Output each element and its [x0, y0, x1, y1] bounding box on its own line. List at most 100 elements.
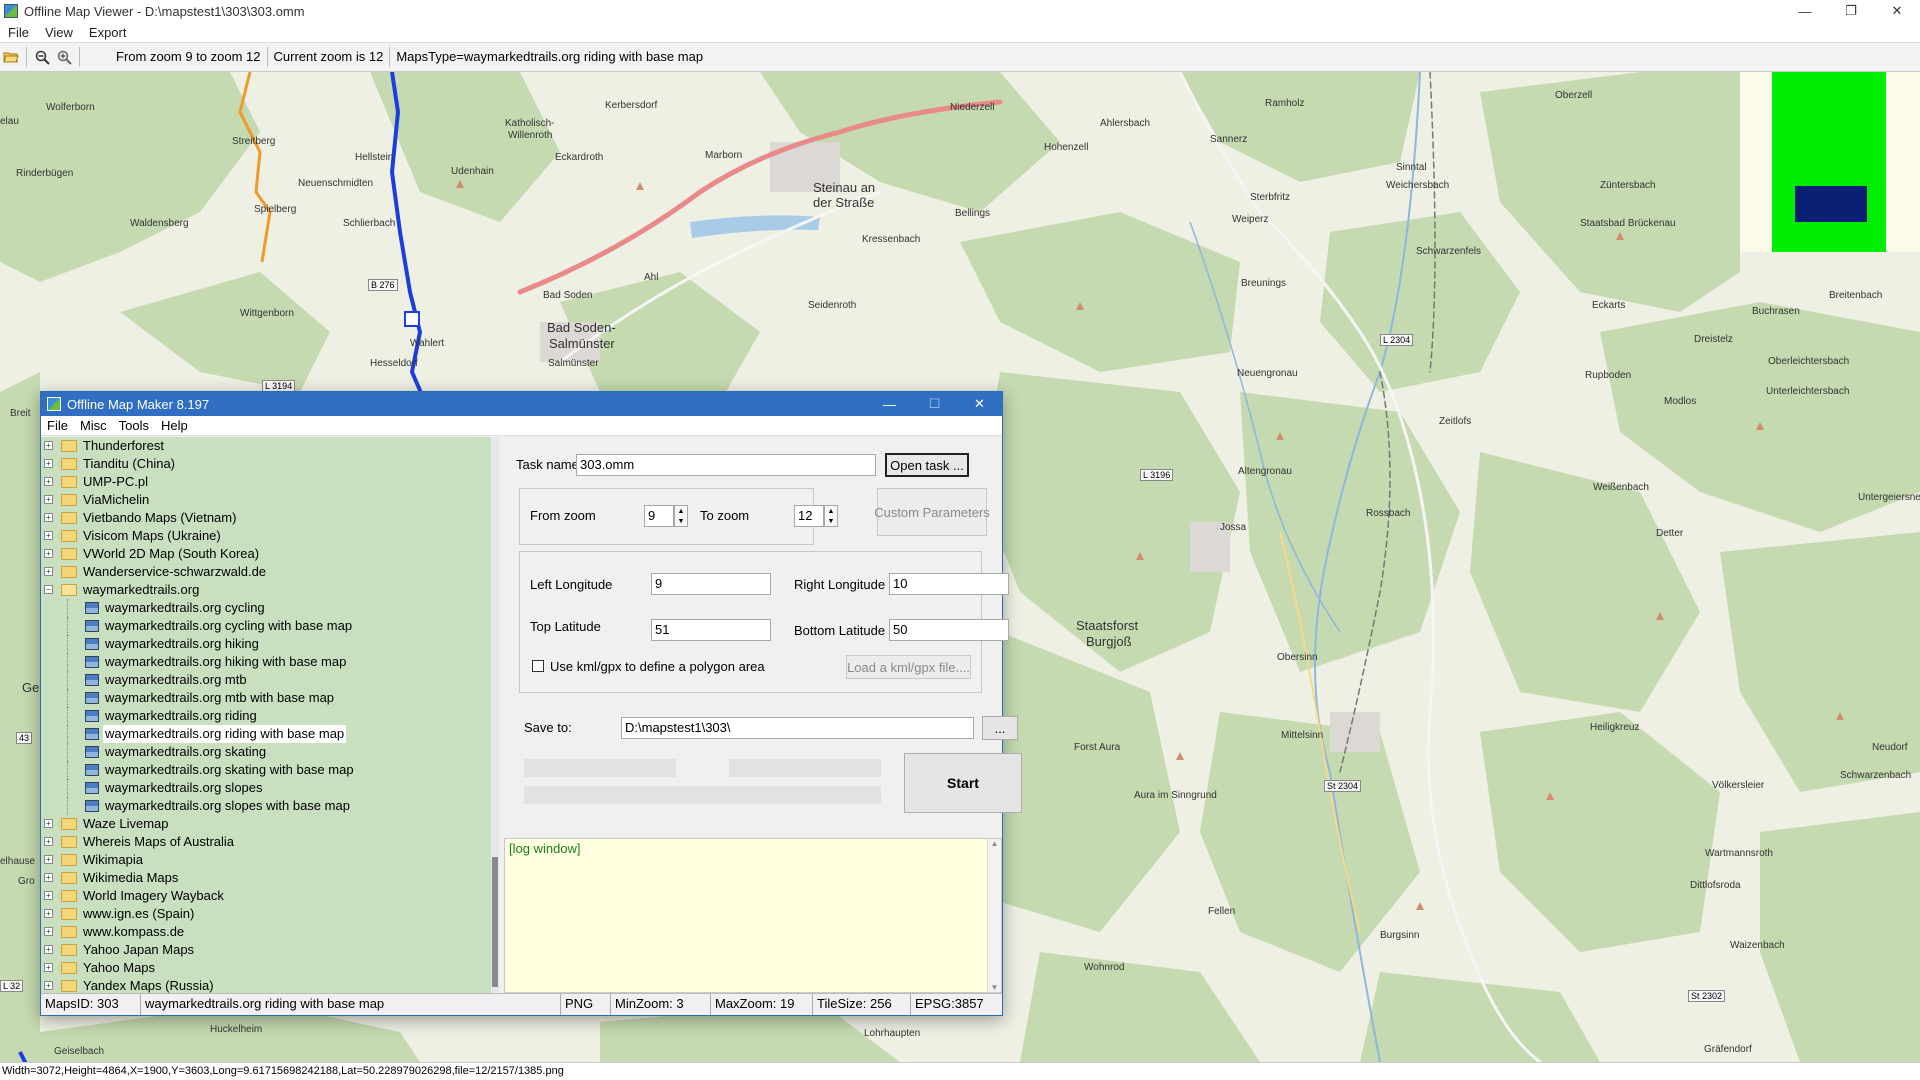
tree-map-item[interactable]: waymarkedtrails.org skating [41, 743, 498, 761]
tree-item[interactable]: + VWorld 2D Map (South Korea) [41, 545, 498, 563]
maps-tree[interactable]: + Thunderforest + Tianditu (China) + UMP-PC… [41, 437, 499, 993]
tree-item[interactable]: + UMP-PC.pl [41, 473, 498, 491]
folder-open-icon[interactable] [0, 46, 22, 68]
left-longitude-input[interactable]: 9 [651, 573, 771, 595]
dialog-minimize-button[interactable]: — [867, 392, 912, 416]
dialog-menu-misc[interactable]: Misc [74, 418, 113, 433]
tree-item[interactable]: + Yahoo Maps [41, 959, 498, 977]
zoom-out-icon[interactable] [31, 46, 53, 68]
task-name-input[interactable]: 303.omm [576, 454, 876, 476]
overview-minimap[interactable] [1740, 72, 1920, 252]
tree-item[interactable]: + Tianditu (China) [41, 455, 498, 473]
expand-icon[interactable]: + [44, 981, 53, 990]
custom-parameters-button[interactable]: Custom Parameters [874, 488, 990, 536]
tree-scrollbar[interactable] [491, 437, 499, 993]
to-zoom-spinner[interactable]: ▲ ▼ [824, 505, 838, 527]
minimize-button[interactable]: — [1782, 0, 1828, 22]
bottom-latitude-input[interactable]: 50 [889, 619, 1009, 641]
tree-item[interactable]: + Yandex Maps (Russia) [41, 977, 498, 993]
expand-icon[interactable]: + [44, 513, 53, 522]
browse-button[interactable]: ... [982, 716, 1018, 740]
expand-icon[interactable]: + [44, 927, 53, 936]
expand-icon[interactable]: + [44, 945, 53, 954]
scroll-up-icon[interactable]: ▲ [991, 839, 999, 848]
open-task-button[interactable]: Open task ... [885, 453, 969, 477]
expand-icon[interactable]: + [44, 855, 53, 864]
tree-item[interactable]: + ViaMichelin [41, 491, 498, 509]
tree-item[interactable]: + Whereis Maps of Australia [41, 833, 498, 851]
to-zoom-input[interactable]: 12 [794, 505, 824, 527]
log-scrollbar[interactable]: ▲ ▼ [987, 839, 1001, 992]
close-button[interactable]: ✕ [1874, 0, 1920, 22]
spin-up-icon[interactable]: ▲ [828, 508, 835, 515]
minimap-viewport[interactable] [1795, 186, 1867, 222]
right-longitude-input[interactable]: 10 [889, 573, 1009, 595]
tree-item[interactable]: + Wikimedia Maps [41, 869, 498, 887]
tree-map-item[interactable]: waymarkedtrails.org skating with base ma… [41, 761, 498, 779]
maximize-button[interactable]: ❐ [1828, 0, 1874, 22]
zoom-in-icon[interactable] [53, 46, 75, 68]
tree-item[interactable]: + Vietbando Maps (Vietnam) [41, 509, 498, 527]
dialog-maximize-button[interactable]: ☐ [912, 392, 957, 416]
from-zoom-spinner[interactable]: ▲ ▼ [674, 505, 688, 527]
place-label: Ahlersbach [1100, 118, 1151, 129]
place-label: Neudorf [1872, 742, 1908, 753]
tree-item[interactable]: + www.kompass.de [41, 923, 498, 941]
road-shield: L 32 [0, 980, 24, 992]
tree-map-item[interactable]: waymarkedtrails.org mtb with base map [41, 689, 498, 707]
log-window[interactable]: [log window] ▲ ▼ [504, 838, 1002, 993]
tree-map-item[interactable]: waymarkedtrails.org cycling with base ma… [41, 617, 498, 635]
tree-map-item[interactable]: waymarkedtrails.org cycling [41, 599, 498, 617]
dialog-menu-file[interactable]: File [41, 418, 74, 433]
expand-icon[interactable]: + [44, 477, 53, 486]
expand-icon[interactable]: + [44, 909, 53, 918]
scrollbar-thumb[interactable] [492, 857, 498, 987]
menu-view[interactable]: View [37, 25, 81, 40]
tree-item[interactable]: + Wanderservice-schwarzwald.de [41, 563, 498, 581]
expand-icon[interactable]: + [44, 819, 53, 828]
tree-item[interactable]: + Yahoo Japan Maps [41, 941, 498, 959]
spin-up-icon[interactable]: ▲ [678, 508, 685, 515]
expand-icon[interactable]: + [44, 531, 53, 540]
tree-map-item[interactable]: waymarkedtrails.org hiking with base map [41, 653, 498, 671]
expand-icon[interactable]: + [44, 873, 53, 882]
tree-item[interactable]: + Waze Livemap [41, 815, 498, 833]
load-kml-button[interactable]: Load a kml/gpx file.... [846, 655, 971, 679]
expand-icon[interactable]: + [44, 963, 53, 972]
dialog-menu-help[interactable]: Help [155, 418, 194, 433]
tree-item[interactable]: + Visicom Maps (Ukraine) [41, 527, 498, 545]
menu-file[interactable]: File [0, 25, 37, 40]
tree-item[interactable]: + www.ign.es (Spain) [41, 905, 498, 923]
tree-map-item[interactable]: waymarkedtrails.org riding [41, 707, 498, 725]
kml-polygon-checkbox[interactable] [532, 660, 544, 672]
place-label: Neuenschmidten [298, 178, 374, 189]
expand-icon[interactable]: + [44, 837, 53, 846]
dialog-menu-tools[interactable]: Tools [113, 418, 155, 433]
expand-icon[interactable]: + [44, 549, 53, 558]
tree-item[interactable]: + Thunderforest [41, 437, 498, 455]
tree-map-item[interactable]: waymarkedtrails.org slopes with base map [41, 797, 498, 815]
tree-item-expanded[interactable]: − waymarkedtrails.org [41, 581, 498, 599]
collapse-icon[interactable]: − [44, 585, 53, 594]
tree-item[interactable]: + World Imagery Wayback [41, 887, 498, 905]
tree-map-item[interactable]: waymarkedtrails.org hiking [41, 635, 498, 653]
tree-map-item-selected[interactable]: waymarkedtrails.org riding with base map [41, 725, 498, 743]
tree-item[interactable]: + Wikimapia [41, 851, 498, 869]
expand-icon[interactable]: + [44, 459, 53, 468]
scroll-down-icon[interactable]: ▼ [991, 983, 999, 992]
expand-icon[interactable]: + [44, 495, 53, 504]
expand-icon[interactable]: + [44, 891, 53, 900]
start-button[interactable]: Start [904, 753, 1022, 813]
tree-item-label: VWorld 2D Map (South Korea) [83, 546, 260, 561]
save-to-input[interactable]: D:\mapstest1\303\ [621, 717, 974, 739]
spin-down-icon[interactable]: ▼ [678, 518, 685, 525]
top-latitude-input[interactable]: 51 [651, 619, 771, 641]
tree-map-item[interactable]: waymarkedtrails.org slopes [41, 779, 498, 797]
tree-map-item[interactable]: waymarkedtrails.org mtb [41, 671, 498, 689]
menu-export[interactable]: Export [81, 25, 135, 40]
expand-icon[interactable]: + [44, 441, 53, 450]
expand-icon[interactable]: + [44, 567, 53, 576]
dialog-close-button[interactable]: ✕ [957, 392, 1002, 416]
spin-down-icon[interactable]: ▼ [828, 518, 835, 525]
from-zoom-input[interactable]: 9 [644, 505, 674, 527]
